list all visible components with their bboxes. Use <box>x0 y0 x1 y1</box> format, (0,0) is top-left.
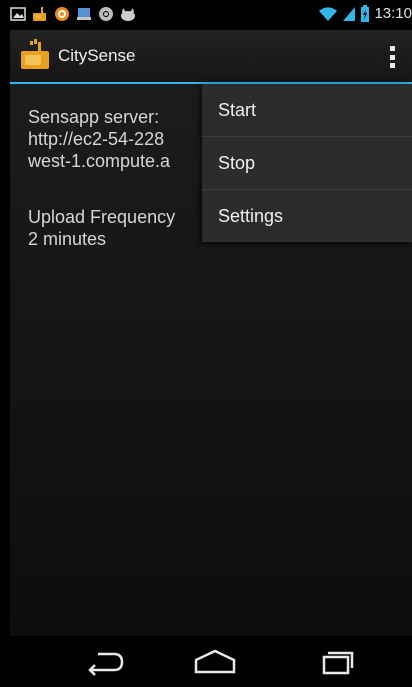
upload-frequency-label: Upload Frequency <box>28 207 176 227</box>
citysense-notification-icon <box>33 7 46 21</box>
app-title: CitySense <box>58 46 136 65</box>
action-bar: CitySense <box>10 30 412 84</box>
navigation-bar <box>10 636 412 687</box>
overflow-popup-menu: Start Stop Settings <box>202 84 412 242</box>
image-icon <box>10 7 26 21</box>
download-icon <box>77 8 91 20</box>
cat-icon <box>121 8 135 21</box>
chrome-icon <box>99 7 113 21</box>
notification-icons <box>10 6 136 22</box>
status-right: 13:10 <box>318 5 412 23</box>
signal-icon <box>343 7 356 21</box>
wifi-icon <box>319 7 338 21</box>
upload-frequency-value: 2 minutes <box>28 229 107 249</box>
menu-item-stop[interactable]: Stop <box>202 137 412 190</box>
back-icon[interactable] <box>78 648 128 676</box>
recent-apps-icon[interactable] <box>310 648 360 676</box>
citysense-app-icon[interactable] <box>20 39 50 71</box>
server-label: Sensapp server: <box>28 107 160 127</box>
overflow-menu-icon[interactable] <box>390 46 396 68</box>
orange-circle-icon <box>55 7 69 21</box>
server-url-line1: http://ec2-54-228 <box>28 129 165 149</box>
android-screen: 13:10 CitySense Sensapp server: http://e… <box>10 0 412 687</box>
server-url-line2: west-1.compute.a <box>28 151 171 171</box>
status-time: 13:10 <box>374 5 412 22</box>
menu-item-start[interactable]: Start <box>202 84 412 137</box>
status-bar: 13:10 <box>10 0 412 30</box>
home-icon[interactable] <box>190 648 240 676</box>
menu-item-settings[interactable]: Settings <box>202 190 412 242</box>
battery-charging-icon <box>361 5 370 22</box>
